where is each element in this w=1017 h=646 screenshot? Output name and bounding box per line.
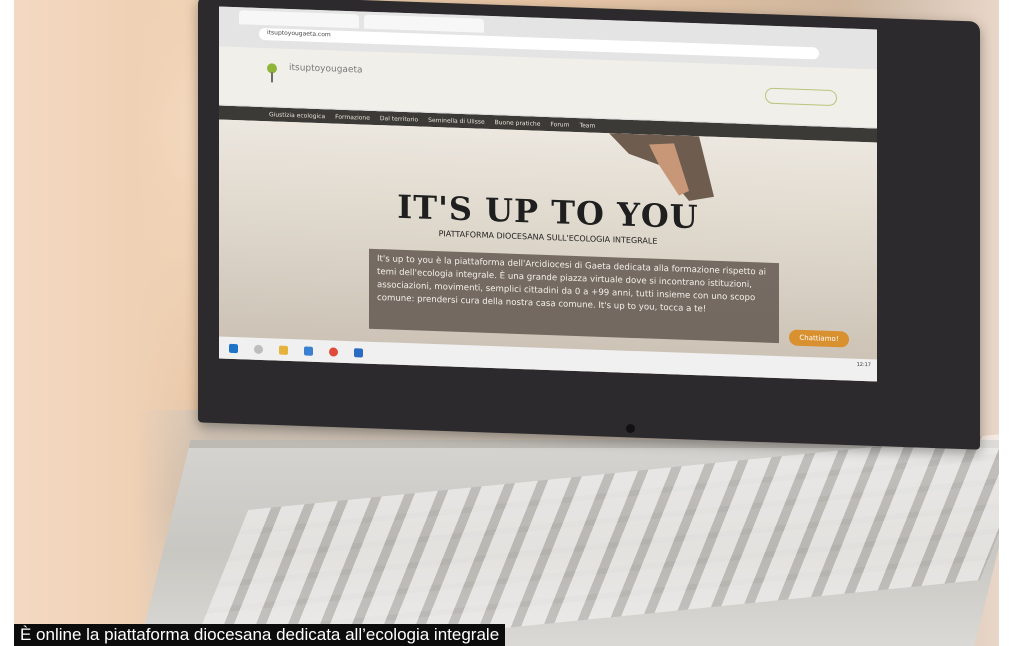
tree-logo-icon: [267, 63, 277, 83]
nav-item-forum[interactable]: Forum: [550, 121, 569, 129]
start-icon[interactable]: [229, 343, 238, 353]
nav-item-formazione[interactable]: Formazione: [335, 113, 370, 121]
clock-time: 12:17: [856, 361, 871, 369]
browser-tab[interactable]: [364, 14, 484, 33]
photo-caption: È online la piattaforma diocesana dedica…: [14, 624, 506, 646]
nav-item-seminella[interactable]: Seminella di Ulisse: [428, 116, 484, 125]
browser-tab[interactable]: [239, 10, 359, 29]
app-icon[interactable]: [304, 345, 313, 356]
taskbar-clock: 12:17: [857, 362, 871, 370]
nav-item-team[interactable]: Team: [579, 122, 595, 130]
nav-item-giustizia[interactable]: Giustizia ecologica: [269, 111, 325, 120]
hero-description: It's up to you è la piattaforma dell'Arc…: [369, 248, 779, 344]
site-name[interactable]: itsuptoyougaeta: [289, 63, 363, 76]
nav-item-territorio[interactable]: Dal territorio: [380, 115, 418, 123]
register-button[interactable]: [765, 87, 837, 107]
word-icon[interactable]: [354, 347, 363, 358]
chat-button[interactable]: Chattiamo!: [789, 329, 849, 348]
photo: itsuptoyougaeta.com itsuptoyougaeta Gius…: [14, 0, 999, 646]
nav-item-buone-pratiche[interactable]: Buone pratiche: [495, 119, 541, 128]
file-explorer-icon[interactable]: [279, 345, 288, 355]
laptop-screen: itsuptoyougaeta.com itsuptoyougaeta Gius…: [219, 6, 877, 382]
search-icon[interactable]: [254, 344, 263, 354]
webcam: [626, 424, 635, 433]
chrome-icon[interactable]: [329, 346, 338, 357]
